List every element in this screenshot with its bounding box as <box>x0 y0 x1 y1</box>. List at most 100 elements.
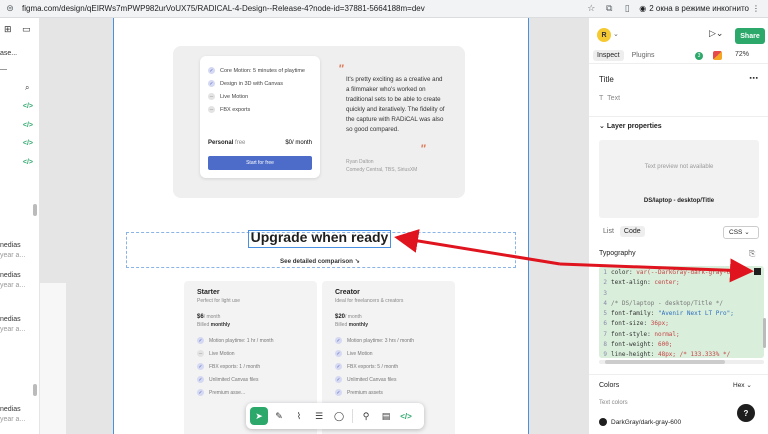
plan-name: Starter <box>197 289 220 296</box>
feature-row: ✓ FBX exports: 5 / month <box>335 360 442 373</box>
detailed-comparison-link[interactable]: See detailed comparison ↘ <box>280 258 360 265</box>
share-button[interactable]: Share <box>735 28 765 44</box>
feature-row: ✓ Premium asse... <box>197 386 304 399</box>
site-info-icon[interactable]: ⊜ <box>4 3 16 14</box>
code-text: font-weight: 600; <box>611 341 673 349</box>
plan-feature-list: ✓ Motion playtime: 1 hr / month – Live Moti… <box>197 334 304 399</box>
tab-code[interactable]: Code <box>619 226 645 237</box>
incognito-icon: ◉ <box>639 4 647 13</box>
zoom-level[interactable]: 72% <box>735 51 749 58</box>
grid-icon[interactable]: ⊞ <box>4 24 12 35</box>
preview-unavailable: Text preview not available <box>644 164 714 170</box>
billing-period: Billed monthly <box>197 322 231 328</box>
plugin-icon[interactable] <box>713 51 722 60</box>
sidebar-icon[interactable]: ▯ <box>621 3 633 14</box>
check-icon: ✓ <box>208 67 215 74</box>
code-tag-icon[interactable]: </> <box>23 140 33 147</box>
plugins-icon[interactable]: ⚲ <box>357 407 375 425</box>
chevron-down-icon: ⌄ <box>599 123 605 130</box>
code-text: /* DS/laptop - desktop/Title */ <box>611 299 723 307</box>
plugin-badge[interactable]: 3 <box>695 52 703 60</box>
plan-price: $0/ month <box>285 140 312 146</box>
bottom-toolbar: ➤ ✎ ⌇ ☰ ◯ ⚲ ▤ </> <box>246 403 424 429</box>
chevron-down-icon[interactable]: ⌄ <box>613 30 619 38</box>
present-icon[interactable]: ▷⌄ <box>709 28 723 39</box>
line-number: 1 <box>603 269 607 276</box>
code-line: 9 line-height: 48px; /* 133.333% */ <box>599 350 764 358</box>
color-token-row[interactable]: DarkGray/dark-gray-600 <box>599 416 744 428</box>
file-name[interactable]: ase... <box>0 50 17 57</box>
feature-label: Core Motion: 5 minutes of playtime <box>220 67 305 74</box>
design-canvas[interactable]: ✓ Core Motion: 5 minutes of playtime ✓ Desi… <box>40 18 588 434</box>
more-options-icon[interactable]: ⋯ <box>749 73 758 84</box>
feature-row: ✓ Unlimited Canvas files <box>197 373 304 386</box>
toolbar-divider <box>352 409 353 423</box>
avatar[interactable]: R <box>597 28 611 42</box>
annotate-icon[interactable]: ☰ <box>310 407 328 425</box>
check-icon: ✓ <box>335 389 342 396</box>
list-item[interactable]: nedias <box>0 242 21 249</box>
personal-plan-card[interactable]: ✓ Core Motion: 5 minutes of playtime ✓ Desi… <box>200 56 320 178</box>
check-icon: ✓ <box>335 350 342 357</box>
address-bar[interactable]: figma.com/design/qEIRWs7mPWP982urVoUX75/… <box>22 4 579 13</box>
list-item-meta: year a... <box>0 326 26 333</box>
code-tag-icon[interactable]: </> <box>23 103 33 110</box>
tab-plugins[interactable]: Plugins <box>628 50 659 61</box>
check-icon: ✓ <box>335 363 342 370</box>
dash-icon: – <box>197 350 204 357</box>
check-icon: ✓ <box>197 389 204 396</box>
panel-toggle-icon[interactable]: ▭ <box>22 24 31 35</box>
plan-price: $6/ month <box>197 314 221 320</box>
color-format-select[interactable]: Hex ⌄ <box>733 381 752 389</box>
layer-properties-heading[interactable]: ⌄ Layer properties <box>599 122 662 130</box>
feature-label: Motion playtime: 1 hr / month <box>209 337 274 344</box>
billing-period: Billed monthly <box>335 322 369 328</box>
incognito-indicator[interactable]: ◉ 2 окна в режиме инкогнито ⋮ <box>639 4 764 13</box>
code-scrollbar[interactable] <box>599 360 764 364</box>
browser-toolbar: ⊜ figma.com/design/qEIRWs7mPWP982urVoUX7… <box>0 0 768 18</box>
color-dot <box>599 418 607 426</box>
plan-feature-list: ✓ Motion playtime: 3 hrs / month ✓ Live Mot… <box>335 334 442 399</box>
help-button[interactable]: ? <box>737 404 755 422</box>
language-select[interactable]: CSS ⌄ <box>723 226 759 239</box>
plan-price: $20/ month <box>335 314 362 320</box>
comment-icon[interactable]: ◯ <box>330 407 348 425</box>
style-name: DS/laptop - desktop/Title <box>643 198 715 204</box>
feature-row: ✓ Core Motion: 5 minutes of playtime <box>208 64 312 77</box>
bookmark-star-icon[interactable]: ☆ <box>585 3 597 14</box>
code-line: 4 /* DS/laptop - desktop/Title */ <box>599 299 764 309</box>
plan-name: Creator <box>335 289 360 296</box>
line-number: 5 <box>603 310 607 318</box>
tab-inspect[interactable]: Inspect <box>593 50 624 61</box>
code-tag-icon[interactable]: </> <box>23 159 33 166</box>
browser-menu-icon[interactable]: ⋮ <box>752 4 760 13</box>
feature-label: Live Motion <box>347 350 373 357</box>
measure-icon[interactable]: ⌇ <box>290 407 308 425</box>
divider <box>589 116 768 117</box>
eyedropper-icon[interactable]: ✎ <box>270 407 288 425</box>
search-icon[interactable]: ⌕ <box>25 83 29 93</box>
dev-mode-icon[interactable]: </> <box>397 407 415 425</box>
list-item[interactable]: nedias <box>0 316 21 323</box>
upgrade-title[interactable]: Upgrade when ready <box>248 229 391 245</box>
list-item[interactable]: nedias <box>0 272 21 279</box>
feature-row: – Live Motion <box>197 347 304 360</box>
colors-heading: Colors <box>599 382 620 389</box>
tab-list[interactable]: List <box>599 226 618 237</box>
code-tag-icon[interactable]: </> <box>23 122 33 129</box>
css-code-block[interactable]: 1 color: var(--DarkGray-dark-gray-6... 2 te… <box>599 266 764 358</box>
move-tool-icon[interactable]: ➤ <box>250 407 268 425</box>
copy-icon[interactable]: ⎘ <box>749 249 755 259</box>
start-for-free-button[interactable]: Start for free <box>208 156 312 170</box>
selection-type: T Text <box>599 95 621 102</box>
panel-scrollbar[interactable] <box>763 318 766 348</box>
inspect-icon[interactable]: ▤ <box>377 407 395 425</box>
testimonial-author: Ryan Dalton Comedy Central, TBS, SiriusX… <box>346 158 417 174</box>
feature-row: ✓ Motion playtime: 3 hrs / month <box>335 334 442 347</box>
list-item[interactable]: nedias <box>0 406 21 413</box>
scrollbar-thumb[interactable] <box>33 204 37 216</box>
feature-label: Live Motion <box>209 350 235 357</box>
scrollbar-thumb[interactable] <box>33 384 37 396</box>
offscreen-card <box>40 283 66 434</box>
extensions-icon[interactable]: ⧉ <box>603 3 615 14</box>
